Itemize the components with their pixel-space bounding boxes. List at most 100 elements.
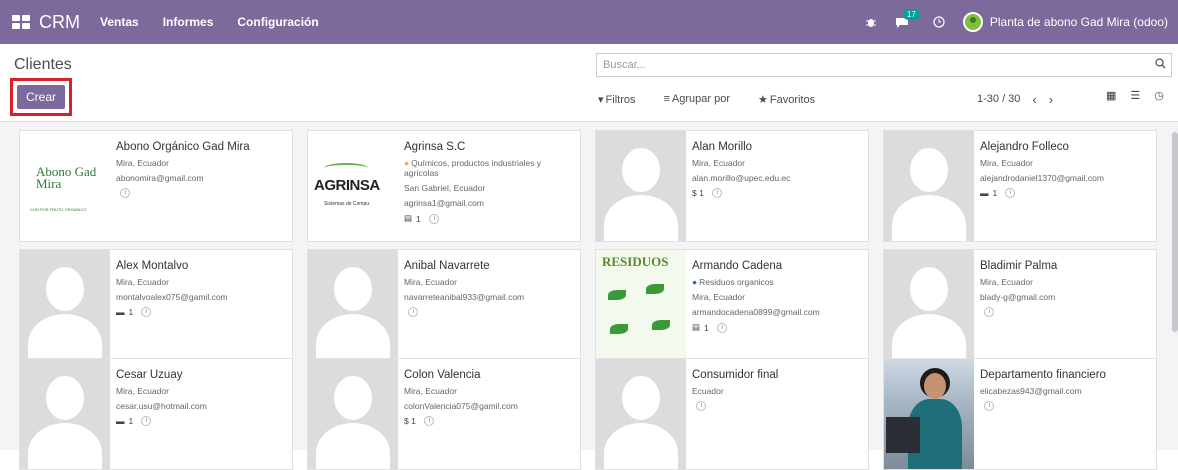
group-by-button[interactable]: ≡ Agrupar por xyxy=(663,93,744,105)
partner-location: Mira, Ecuador xyxy=(404,277,457,287)
activity-icon[interactable] xyxy=(716,322,727,333)
activity-icon[interactable] xyxy=(1005,188,1016,199)
partner-email: navarreteanibal933@gmail.com xyxy=(404,292,525,303)
scrollbar[interactable] xyxy=(1172,132,1178,332)
activity-icon[interactable] xyxy=(696,401,706,412)
partner-category: ● Químicos, productos industriales y agrí… xyxy=(404,158,542,178)
partner-name: Colon Valencia xyxy=(404,369,481,381)
partner-name: Consumidor final xyxy=(692,369,779,381)
activity-icon[interactable] xyxy=(984,401,994,412)
partner-email: armandocadena0899@gmail.com xyxy=(692,307,820,318)
partner-location: Ecuador xyxy=(692,386,724,396)
meeting-icon: ▤ xyxy=(692,322,701,333)
bug-icon[interactable] xyxy=(865,16,877,28)
menu-ventas[interactable]: Ventas xyxy=(100,15,139,29)
partner-location: Mira, Ecuador xyxy=(116,277,169,287)
partner-email: alan.morillo@upec.edu.ec xyxy=(692,173,791,184)
partner-photo xyxy=(884,359,974,469)
activity-icon[interactable] xyxy=(408,307,418,318)
logo-text: Abono Gad Mira xyxy=(36,164,97,191)
opportunity-count: 1 xyxy=(128,307,134,318)
partner-card[interactable]: Consumidor final Ecuador xyxy=(595,358,869,470)
list-view-icon[interactable]: ☰ xyxy=(1130,89,1140,102)
meeting-count: 1 xyxy=(416,213,421,224)
partner-location: Mira, Ecuador xyxy=(980,277,1033,287)
partner-card[interactable]: Alejandro Folleco Mira, Ecuador alejandr… xyxy=(883,130,1157,242)
partner-logo: RESIDUOS xyxy=(596,250,686,360)
activity-icon[interactable] xyxy=(141,307,152,318)
activity-icon[interactable] xyxy=(984,307,994,318)
opportunity-icon: ▬ xyxy=(980,188,989,199)
opportunity-count: 1 xyxy=(992,188,998,199)
partner-card[interactable]: Alex Montalvo Mira, Ecuador montalvoalex… xyxy=(19,249,293,361)
filters-button[interactable]: ▾ Filtros xyxy=(598,93,649,106)
chat-count-badge: 17 xyxy=(902,9,920,20)
pager-value[interactable]: 1-30 / 30 xyxy=(977,93,1020,105)
search-input[interactable]: Buscar... xyxy=(596,53,1172,77)
partner-card[interactable]: RESIDUOS Armando Cadena ● Residuos organi… xyxy=(595,249,869,361)
chat-icon[interactable]: 17 xyxy=(895,9,920,28)
avatar-placeholder xyxy=(884,131,974,241)
partner-name: Bladimir Palma xyxy=(980,260,1058,272)
control-panel: Clientes Crear Buscar... ▾ Filtros ≡ Agrup… xyxy=(0,44,1178,122)
leaf-shape xyxy=(652,320,670,330)
partner-card[interactable]: AGRINSA Sistemas de Compu. Agrinsa S.C ●… xyxy=(307,130,581,242)
activity-icon[interactable] xyxy=(120,188,130,199)
avatar-placeholder xyxy=(20,359,110,469)
partner-location: Mira, Ecuador xyxy=(980,158,1033,168)
partner-name: Alejandro Folleco xyxy=(980,141,1069,153)
avatar-placeholder xyxy=(596,359,686,469)
app-brand[interactable]: CRM xyxy=(39,12,80,33)
logo-text: AGRINSA xyxy=(314,177,380,194)
menu-informes[interactable]: Informes xyxy=(163,15,214,29)
star-icon: ★ xyxy=(758,93,768,106)
partner-logo: Abono Gad Mira CON POR FRUTO ORGANICO xyxy=(20,131,110,241)
partner-location: Mira, Ecuador xyxy=(692,158,745,168)
search-placeholder: Buscar... xyxy=(603,59,646,71)
partner-card[interactable]: Bladimir Palma Mira, Ecuador blady-g@gma… xyxy=(883,249,1157,361)
partner-name: Departamento financiero xyxy=(980,369,1106,381)
create-button[interactable]: Crear xyxy=(17,85,65,109)
favorites-button[interactable]: ★ Favoritos xyxy=(758,93,829,106)
activity-icon[interactable] xyxy=(428,213,439,224)
menu-configuracion[interactable]: Configuración xyxy=(237,15,318,29)
activity-view-icon[interactable]: ◷ xyxy=(1154,89,1164,102)
activity-icon[interactable] xyxy=(423,416,434,427)
pager-prev-icon[interactable]: ‹ xyxy=(1032,92,1036,107)
partner-card[interactable]: Anibal Navarrete Mira, Ecuador navarrete… xyxy=(307,249,581,361)
partner-email: elicabezas943@gmail.com xyxy=(980,386,1082,396)
pager-next-icon[interactable]: › xyxy=(1049,92,1053,107)
logo-arc xyxy=(324,163,368,173)
kanban-view-icon[interactable]: ▦ xyxy=(1106,89,1116,102)
partner-card[interactable]: Departamento financiero elicabezas943@gm… xyxy=(883,358,1157,470)
partner-location: Mira, Ecuador xyxy=(116,386,169,396)
partner-email: agrinsa1@gmail.com xyxy=(404,198,484,209)
clock-icon[interactable] xyxy=(933,16,945,28)
partner-card[interactable]: Abono Gad Mira CON POR FRUTO ORGANICO Ab… xyxy=(19,130,293,242)
partner-location: Mira, Ecuador xyxy=(116,158,169,168)
meeting-icon: ▤ xyxy=(404,213,413,224)
meeting-count: 1 xyxy=(704,322,709,333)
partner-card[interactable]: Colon Valencia Mira, Ecuador colonValenc… xyxy=(307,358,581,470)
partner-name: Abono Orgánico Gad Mira xyxy=(116,141,250,153)
company-name[interactable]: Planta de abono Gad Mira (odoo) xyxy=(990,15,1168,29)
partner-category: ● Residuos organicos xyxy=(692,277,774,287)
partner-card[interactable]: Cesar Uzuay Mira, Ecuador cesar.usu@hotm… xyxy=(19,358,293,470)
avatar-placeholder xyxy=(884,250,974,360)
opportunity-icon: ▬ xyxy=(116,416,125,427)
logo-subtext: CON POR FRUTO ORGANICO xyxy=(30,207,87,212)
partner-email: cesar.usu@hotmail.com xyxy=(116,401,207,412)
search-icon[interactable] xyxy=(1155,58,1166,72)
partner-email: alejandrodaniel1370@gmail.com xyxy=(980,173,1104,184)
leaf-shape xyxy=(610,324,628,334)
partner-card[interactable]: Alan Morillo Mira, Ecuador alan.morillo@… xyxy=(595,130,869,242)
partner-email: colonValencia075@gamil.com xyxy=(404,401,518,412)
company-avatar[interactable] xyxy=(962,12,983,32)
avatar-placeholder xyxy=(308,250,398,360)
sales-count: $ 1 xyxy=(404,416,416,427)
opportunity-count: 1 xyxy=(128,416,134,427)
activity-icon[interactable] xyxy=(141,416,152,427)
apps-icon[interactable] xyxy=(12,15,30,29)
activity-icon[interactable] xyxy=(711,188,722,199)
partner-location: San Gabriel, Ecuador xyxy=(404,183,486,193)
